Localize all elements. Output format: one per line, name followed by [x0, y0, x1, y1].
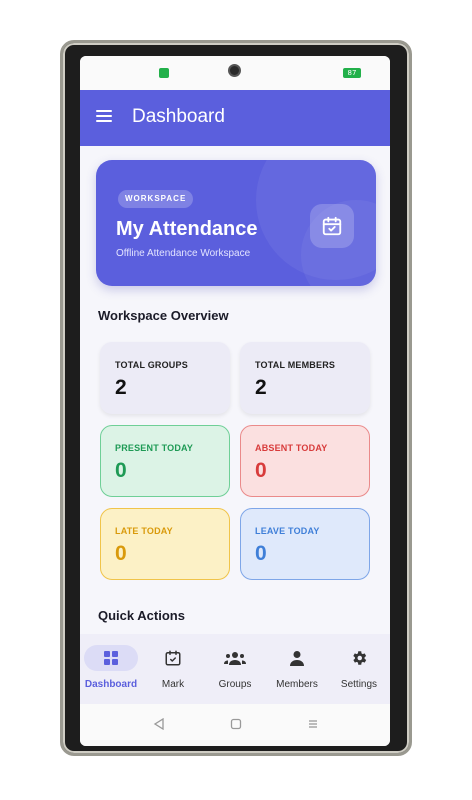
calendar-check-icon	[159, 645, 187, 671]
nav-item-groups[interactable]: Groups	[204, 634, 266, 704]
stat-value: 2	[115, 376, 127, 399]
home-icon[interactable]	[228, 716, 244, 732]
section-title-quick-actions: Quick Actions	[98, 608, 185, 623]
nav-label: Settings	[340, 679, 378, 690]
person-icon	[283, 645, 311, 671]
stat-label: LATE TODAY	[115, 526, 173, 536]
groups-icon	[221, 645, 249, 671]
status-bar: 87	[80, 56, 390, 90]
stat-card-total-groups[interactable]: TOTAL GROUPS 2	[100, 342, 230, 414]
gear-icon	[345, 645, 373, 671]
stat-value: 0	[115, 459, 127, 482]
stat-label: ABSENT TODAY	[255, 443, 328, 453]
nav-label: Dashboard	[84, 679, 138, 690]
stat-value: 0	[115, 542, 127, 565]
nav-label: Mark	[161, 679, 185, 690]
workspace-badge: WORKSPACE	[118, 190, 194, 208]
stat-card-total-members[interactable]: TOTAL MEMBERS 2	[240, 342, 370, 414]
stat-card-leave-today[interactable]: LEAVE TODAY 0	[240, 508, 370, 580]
stat-card-present-today[interactable]: PRESENT TODAY 0	[100, 425, 230, 497]
system-navigation-bar	[80, 704, 390, 746]
stat-label: TOTAL GROUPS	[115, 360, 188, 370]
nav-item-dashboard[interactable]: Dashboard	[80, 634, 142, 704]
nav-item-members[interactable]: Members	[266, 634, 328, 704]
stat-value: 0	[255, 542, 267, 565]
stat-card-absent-today[interactable]: ABSENT TODAY 0	[240, 425, 370, 497]
calendar-check-icon	[310, 204, 354, 248]
back-icon[interactable]	[151, 716, 167, 732]
bottom-navigation: Dashboard Mark Groups Members Settings	[80, 634, 390, 704]
page-title: Dashboard	[132, 106, 225, 127]
stat-value: 0	[255, 459, 267, 482]
stat-label: PRESENT TODAY	[115, 443, 194, 453]
recents-icon[interactable]	[305, 716, 321, 732]
section-title-overview: Workspace Overview	[98, 308, 229, 323]
nav-label: Groups	[218, 679, 252, 690]
stat-label: TOTAL MEMBERS	[255, 360, 336, 370]
grid-icon	[84, 645, 138, 671]
nav-label: Members	[276, 679, 318, 690]
nav-item-settings[interactable]: Settings	[328, 634, 390, 704]
menu-icon[interactable]	[96, 110, 112, 123]
stat-label: LEAVE TODAY	[255, 526, 320, 536]
front-camera	[228, 64, 241, 77]
app-screen: 87 Dashboard WORKSPACE My Attendance Off…	[80, 56, 390, 746]
workspace-card[interactable]: WORKSPACE My Attendance Offline Attendan…	[96, 160, 376, 286]
stat-card-late-today[interactable]: LATE TODAY 0	[100, 508, 230, 580]
nav-item-mark[interactable]: Mark	[142, 634, 204, 704]
notification-icon	[159, 68, 169, 78]
workspace-subtitle: Offline Attendance Workspace	[116, 248, 251, 259]
stat-value: 2	[255, 376, 267, 399]
battery-icon: 87	[343, 68, 361, 78]
app-bar: Dashboard	[80, 90, 390, 146]
workspace-title: My Attendance	[116, 218, 258, 240]
